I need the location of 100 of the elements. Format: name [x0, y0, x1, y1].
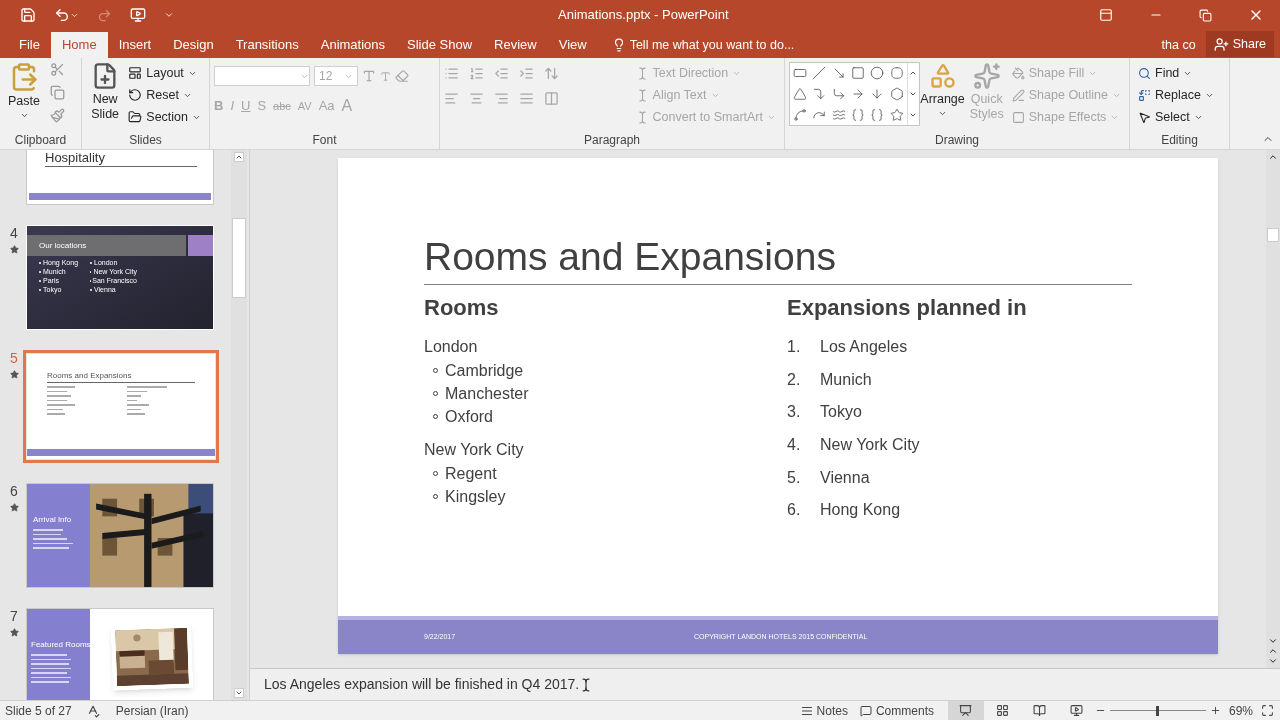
shape-icon[interactable] [850, 107, 865, 122]
scroll-down-icon[interactable] [909, 90, 918, 98]
text-lines-drawing [47, 386, 75, 415]
ribbon-button[interactable]: Find [1134, 62, 1218, 84]
ribbon-button[interactable]: Reset [124, 84, 205, 106]
shape-icon[interactable] [870, 107, 885, 122]
slideshow-icon[interactable] [130, 7, 146, 23]
previous-slide-icon[interactable] [1268, 646, 1278, 656]
list-item: London [424, 337, 479, 357]
format-painter-icon[interactable] [50, 108, 65, 123]
window-title: Animations.pptx - PowerPoint [558, 6, 729, 25]
save-icon[interactable] [20, 7, 36, 23]
list-subitem: Cambridge [445, 361, 524, 381]
bullets-icon[interactable] [444, 66, 459, 81]
user-name[interactable]: tha co [1161, 32, 1196, 58]
notes-pane[interactable]: Los Angeles expansion will be finished in Q4 2017. [250, 668, 1280, 700]
zoom-thumb[interactable] [1156, 705, 1160, 716]
cut-icon[interactable] [50, 62, 65, 77]
shape-icon[interactable] [792, 87, 807, 101]
restore-icon[interactable] [1199, 8, 1212, 22]
slide-thumbnail[interactable]: Featured Rooms [26, 608, 214, 700]
shape-icon[interactable] [850, 66, 865, 81]
scroll-down-icon[interactable] [234, 688, 244, 698]
line-spacing-icon[interactable] [544, 66, 559, 81]
shape-icon[interactable] [889, 107, 904, 122]
align-center-icon[interactable] [469, 91, 484, 106]
shapes-gallery[interactable] [789, 62, 920, 126]
columns-icon[interactable] [544, 91, 559, 106]
share-button[interactable]: Share [1205, 31, 1274, 57]
ribbon-tab[interactable]: Insert [107, 32, 163, 58]
slide-thumbnail[interactable]: Arrival Info [26, 483, 214, 588]
scroll-up-icon[interactable] [234, 152, 244, 162]
shape-icon[interactable] [889, 87, 904, 101]
zoom-in-icon[interactable] [1209, 705, 1221, 716]
new-slide-button[interactable]: New Slide [86, 62, 125, 131]
numbering-icon[interactable] [469, 66, 484, 81]
paste-button[interactable]: Paste [4, 62, 44, 131]
slide-thumbnail[interactable]: Rooms and Expansions [23, 350, 219, 463]
ribbon-button[interactable]: Select [1134, 106, 1218, 128]
arrange-button[interactable]: Arrange [919, 62, 966, 131]
redo-icon[interactable] [97, 7, 112, 23]
shape-icon[interactable] [850, 87, 865, 101]
tell-me-field[interactable]: Tell me what you want to do... [611, 32, 795, 58]
align-right-icon[interactable] [494, 91, 509, 106]
undo-icon[interactable] [54, 7, 70, 23]
copy-icon[interactable] [50, 85, 65, 100]
slide-thumbnail[interactable]: Hospitality [26, 150, 214, 205]
group-label: Clipboard [13, 132, 68, 149]
accent-block [188, 235, 213, 256]
ribbon-tab[interactable]: Design [162, 32, 225, 58]
ribbon-tab[interactable]: View [547, 32, 598, 58]
group-label: Drawing [934, 132, 980, 149]
ribbon-tab[interactable]: Review [483, 32, 548, 58]
shape-icon[interactable] [831, 66, 846, 81]
scroll-up-icon[interactable] [1268, 152, 1278, 162]
ribbon-tab[interactable]: Transitions [224, 32, 310, 58]
scroll-thumb[interactable] [232, 218, 246, 298]
fit-slide-icon[interactable] [1261, 704, 1274, 717]
shape-icon[interactable] [831, 87, 846, 101]
decrease-indent-icon[interactable] [494, 66, 509, 81]
ribbon-tab[interactable]: Slide Show [396, 32, 484, 58]
list-item: New York City [820, 435, 920, 456]
scrollbar[interactable] [231, 150, 247, 700]
reading-view-icon[interactable] [1032, 704, 1046, 717]
text-lines-drawing [31, 654, 71, 683]
list-subitem: Oxford [445, 407, 493, 427]
shape-icon[interactable] [812, 66, 827, 81]
zoom-level[interactable]: 69% [1228, 701, 1253, 720]
next-slide-icon[interactable] [1268, 656, 1278, 666]
ribbon-button[interactable]: Replace [1134, 84, 1218, 106]
justify-icon[interactable] [519, 91, 534, 106]
shape-icon[interactable] [812, 87, 827, 101]
ribbon-tab[interactable]: File [8, 32, 51, 58]
slide-sorter-icon[interactable] [995, 704, 1009, 717]
shape-icon[interactable] [831, 107, 846, 122]
ribbon-options-icon[interactable] [1099, 8, 1113, 22]
scrollbar[interactable] [1266, 150, 1280, 668]
increase-indent-icon[interactable] [519, 66, 534, 81]
shape-icon[interactable] [870, 66, 885, 81]
language[interactable]: Persian (Iran) [115, 701, 189, 720]
comments-button[interactable]: Comments [853, 701, 940, 720]
thumbnail-title: Arrival Info [33, 514, 73, 526]
shape-icon[interactable] [792, 107, 807, 122]
scroll-thumb[interactable] [1267, 228, 1279, 242]
ribbon-button[interactable]: Section [124, 106, 205, 128]
ribbon-tab[interactable]: Animations [309, 32, 397, 58]
ribbon-tab[interactable]: Home [50, 32, 108, 58]
normal-view-button[interactable] [947, 701, 984, 720]
zoom-slider[interactable] [1109, 705, 1206, 716]
slide-count: Slide 5 of 27 [5, 702, 72, 720]
slide[interactable] [338, 158, 1218, 654]
ribbon-button[interactable]: Layout [124, 62, 205, 84]
customize-icon[interactable] [164, 10, 174, 20]
shape-icon[interactable] [889, 66, 904, 81]
scroll-down-icon[interactable] [1268, 636, 1278, 646]
align-left-icon[interactable] [444, 91, 459, 106]
slideshow-icon[interactable] [1069, 704, 1083, 717]
notes-button[interactable]: Notes [794, 701, 854, 720]
group-label: Paragraph [582, 132, 641, 149]
thumbnail-title: Hospitality [45, 150, 106, 166]
